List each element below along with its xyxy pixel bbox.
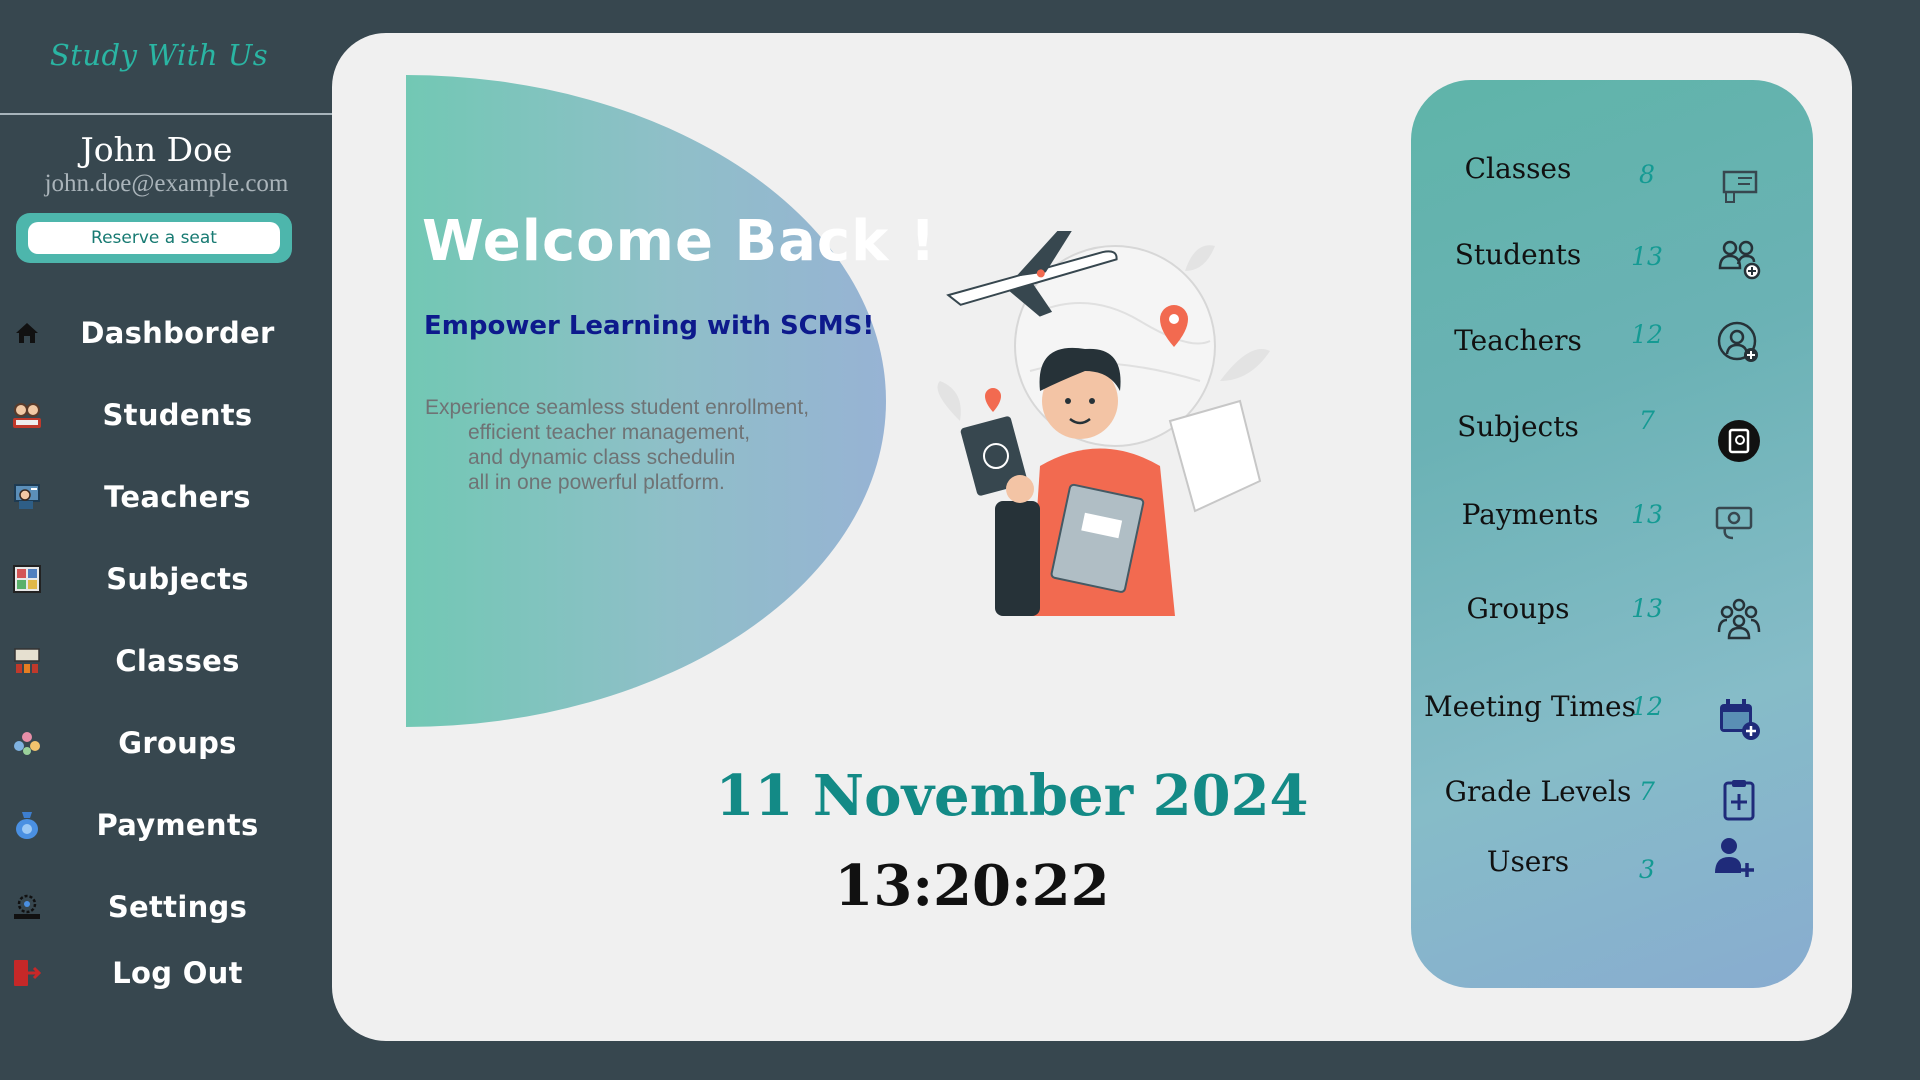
current-time: 13:20:22 <box>834 853 1110 919</box>
stat-label: Subjects <box>1457 410 1579 443</box>
stat-count: 13 <box>1631 594 1663 623</box>
stat-grade-levels[interactable]: Grade Levels 7 <box>1411 765 1813 825</box>
classroom-icon <box>1722 170 1758 203</box>
sidebar-item-settings[interactable]: Settings <box>0 877 332 937</box>
sidebar-item-dashboard[interactable]: Dashborder <box>0 303 332 363</box>
sidebar-item-label: Classes <box>115 644 240 678</box>
reserve-seat-container: Reserve a seat <box>16 213 292 263</box>
user-name: John Doe <box>80 130 233 169</box>
stat-count: 8 <box>1639 160 1655 189</box>
sidebar-item-label: Subjects <box>106 562 249 596</box>
reserve-seat-button[interactable]: Reserve a seat <box>28 222 280 254</box>
stat-label: Groups <box>1466 592 1570 625</box>
description-line: Experience seamless student enrollment, <box>425 396 810 419</box>
sidebar-item-logout[interactable]: Log Out <box>0 943 332 1003</box>
user-email: john.doe@example.com <box>44 170 289 197</box>
logout-icon <box>12 958 42 988</box>
sidebar-item-groups[interactable]: Groups <box>0 713 332 773</box>
sidebar-item-label: Dashborder <box>80 316 275 350</box>
subjects-icon <box>12 564 42 594</box>
current-date: 11 November 2024 <box>715 763 1309 829</box>
money-icon <box>1715 506 1753 540</box>
description-line: efficient teacher management, <box>468 421 751 444</box>
stat-teachers[interactable]: Teachers 12 <box>1411 314 1813 374</box>
classes-icon <box>12 646 42 676</box>
sidebar-item-label: Students <box>102 398 253 432</box>
sidebar-item-label: Payments <box>96 808 259 842</box>
stat-count: 12 <box>1631 320 1663 349</box>
stat-label: Users <box>1486 845 1570 878</box>
add-calendar-icon <box>1720 699 1760 740</box>
settings-icon <box>12 892 42 922</box>
stat-label: Meeting Times <box>1424 690 1636 723</box>
sidebar-item-label: Groups <box>118 726 237 760</box>
app-brand: Study With Us <box>49 38 269 72</box>
welcome-description: Experience seamless student enrollment, … <box>425 395 865 495</box>
payments-icon <box>12 810 42 840</box>
sidebar-item-subjects[interactable]: Subjects <box>0 549 332 609</box>
home-icon <box>12 318 42 348</box>
sidebar: Study With Us John Doe john.doe@example.… <box>0 0 332 1080</box>
sidebar-divider <box>0 113 332 115</box>
sidebar-item-teachers[interactable]: Teachers <box>0 467 332 527</box>
clipboard-plus-icon <box>1723 780 1755 821</box>
description-line: and dynamic class schedulin <box>468 446 736 469</box>
description-line: all in one powerful platform. <box>468 471 725 494</box>
stat-users[interactable]: Users 3 <box>1411 835 1813 895</box>
stat-classes[interactable]: Classes 8 <box>1411 142 1813 203</box>
stat-label: Classes <box>1464 152 1572 185</box>
welcome-title: Welcome Back ! <box>422 209 937 274</box>
sidebar-item-payments[interactable]: Payments <box>0 795 332 855</box>
welcome-subtitle: Empower Learning with SCMS! <box>424 311 875 341</box>
sidebar-item-classes[interactable]: Classes <box>0 631 332 691</box>
stat-students[interactable]: Students 13 <box>1411 228 1813 288</box>
stat-count: 13 <box>1631 242 1663 271</box>
stat-subjects[interactable]: Subjects 7 <box>1411 400 1813 462</box>
stat-count: 7 <box>1639 777 1655 806</box>
sidebar-item-label: Settings <box>107 890 248 924</box>
teacher-icon <box>12 482 42 512</box>
book-icon <box>1718 420 1760 462</box>
sidebar-item-label: Teachers <box>104 480 251 514</box>
traveler-illustration <box>937 231 1270 616</box>
stat-label: Grade Levels <box>1444 775 1632 808</box>
sidebar-item-label: Log Out <box>112 956 243 990</box>
main-panel: Welcome Back ! Empower Learning with SCM… <box>332 33 1852 1041</box>
sidebar-item-students[interactable]: Students <box>0 385 332 445</box>
stat-payments[interactable]: Payments 13 <box>1411 488 1813 548</box>
stat-label: Payments <box>1461 498 1599 531</box>
add-user-icon <box>1715 838 1754 877</box>
add-teacher-icon <box>1717 321 1758 362</box>
stat-label: Teachers <box>1454 324 1582 357</box>
stat-meeting-times[interactable]: Meeting Times 12 <box>1411 680 1813 740</box>
people-group-icon <box>1717 598 1761 640</box>
stat-count: 3 <box>1639 855 1655 884</box>
students-icon <box>12 400 42 430</box>
stat-label: Students <box>1454 238 1582 271</box>
groups-icon <box>12 728 42 758</box>
add-group-icon <box>1718 240 1761 280</box>
stat-count: 13 <box>1631 500 1663 529</box>
stat-count: 7 <box>1639 406 1655 435</box>
stat-count: 12 <box>1631 692 1663 721</box>
stat-groups[interactable]: Groups 13 <box>1411 582 1813 642</box>
stats-panel: Classes 8 Students 13 Teachers 12 Subjec… <box>1411 80 1813 988</box>
